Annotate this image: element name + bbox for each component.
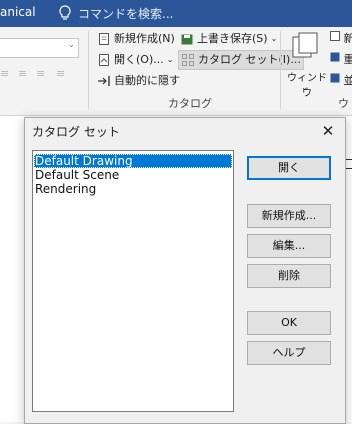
dialog-title: カタログ セット	[32, 125, 120, 139]
open-catalog-button[interactable]: 開く(O)... ⌄	[97, 51, 173, 69]
list-item[interactable]: Default Scene	[34, 168, 232, 182]
justify-icon[interactable]: ≡	[56, 67, 65, 80]
tile-icon	[330, 73, 344, 87]
catalog-group-label: カタログ	[168, 97, 212, 110]
new-button[interactable]: 新規作成...	[247, 204, 331, 228]
delete-button[interactable]: 削除	[247, 264, 331, 288]
ok-button[interactable]: OK	[247, 311, 331, 335]
new-window-button[interactable]: 新	[330, 30, 352, 46]
lightbulb-icon[interactable]	[58, 5, 72, 21]
command-search-input[interactable]: コマンドを検索...	[78, 5, 173, 22]
alignment-icons: ≡ ≡ ≡ ≡	[0, 67, 80, 81]
chevron-down-icon: ⌄	[67, 40, 75, 50]
save-icon	[180, 32, 194, 46]
ribbon: ⌄ ≡ ≡ ≡ ≡ 新規作成(N) 上書き保存(S) ⌄ 開く(O)... ⌄ カタ…	[0, 27, 352, 126]
cascade-icon	[330, 52, 344, 66]
edit-button[interactable]: 編集...	[247, 234, 331, 258]
new-document-icon	[97, 32, 111, 46]
list-item[interactable]: Rendering	[34, 182, 232, 196]
window-icon	[291, 31, 319, 66]
open-button[interactable]: 開く	[247, 156, 331, 180]
app-name: anical	[0, 5, 36, 19]
title-bar: anical コマンドを検索...	[0, 0, 352, 27]
align-right-icon[interactable]: ≡	[36, 67, 45, 80]
window-button[interactable]: ウィンドウ ⌄	[287, 29, 327, 99]
cascade-button[interactable]: 重	[330, 51, 352, 67]
open-file-icon	[97, 53, 111, 67]
auto-hide-button[interactable]: 自動的に隠す	[97, 72, 180, 90]
ribbon-separator	[280, 31, 281, 109]
pin-arrow-icon	[97, 74, 111, 88]
close-icon[interactable]: ✕	[317, 121, 339, 141]
catalog-set-button[interactable]: カタログ セット(I)...	[178, 50, 304, 70]
tile-button[interactable]: 並	[330, 72, 352, 88]
list-item[interactable]: Default Drawing	[34, 154, 232, 168]
catalog-set-dialog: カタログ セット ✕ Default Drawing Default Scene…	[24, 117, 346, 424]
chevron-down-icon: ⌄	[301, 83, 308, 92]
ribbon-separator	[88, 31, 89, 109]
chevron-down-icon: ⌄	[270, 34, 278, 43]
catalog-grid-icon	[181, 53, 195, 67]
chevron-down-icon: ⌄	[166, 55, 174, 64]
new-catalog-button[interactable]: 新規作成(N)	[97, 30, 175, 48]
overwrite-save-button[interactable]: 上書き保存(S) ⌄	[180, 30, 277, 48]
help-button[interactable]: ヘルプ	[247, 341, 331, 365]
align-center-icon[interactable]: ≡	[18, 67, 27, 80]
new-window-icon	[330, 31, 344, 45]
style-combo[interactable]: ⌄	[0, 38, 79, 58]
align-left-icon[interactable]: ≡	[0, 67, 9, 80]
catalog-list[interactable]: Default Drawing Default Scene Rendering	[32, 150, 234, 412]
